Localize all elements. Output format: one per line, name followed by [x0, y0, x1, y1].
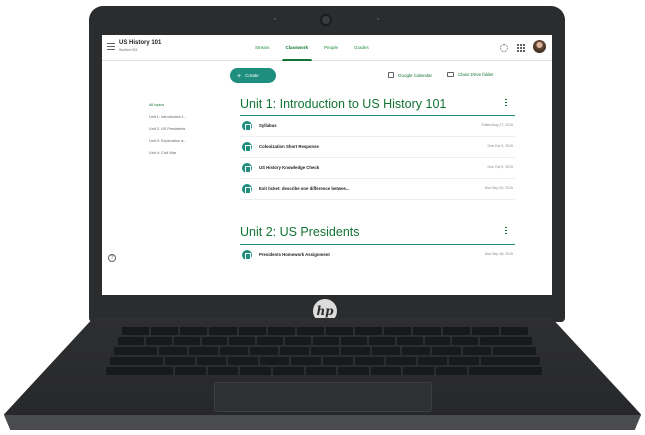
classroom-screen: US History 101 Section 001 Stream Classw…: [102, 35, 552, 295]
webcam-icon: [320, 14, 332, 26]
laptop-lid: US History 101 Section 001 Stream Classw…: [89, 6, 565, 323]
class-drive-folder-label: Class Drive folder: [458, 72, 494, 77]
plus-icon: +: [237, 73, 242, 80]
avatar[interactable]: [533, 40, 546, 53]
tab-people[interactable]: People: [316, 35, 346, 61]
keyboard-row: [114, 347, 536, 355]
topic-unit-4[interactable]: Unit 4: Civil War: [149, 147, 209, 159]
item-meta: Edited Aug 27, 2019: [481, 123, 513, 127]
calendar-icon: [388, 72, 394, 78]
item-title: Presidents Homework Assignment: [259, 252, 330, 257]
folder-icon: [447, 72, 454, 77]
laptop-base-edge: [4, 415, 641, 430]
list-item[interactable]: Syllabus Edited Aug 27, 2019: [240, 116, 515, 137]
more-vert-icon[interactable]: [505, 227, 507, 234]
sensor-dot: [377, 18, 379, 20]
google-calendar-label: Google Calendar: [398, 73, 433, 78]
unit-title-row: Unit 2: US Presidents: [240, 223, 515, 245]
tab-bar: Stream Classwork People Grades: [247, 35, 377, 61]
tab-classwork[interactable]: Classwork: [278, 35, 317, 61]
tab-stream[interactable]: Stream: [247, 35, 278, 61]
item-meta: Due Sep 18, 2019: [484, 252, 513, 256]
laptop-photo: US History 101 Section 001 Stream Classw…: [0, 0, 645, 435]
keyboard-row: [118, 337, 532, 345]
item-title: US History Knowledge Check: [259, 165, 320, 170]
google-calendar-link[interactable]: Google Calendar: [388, 72, 432, 78]
gear-icon[interactable]: [500, 44, 508, 52]
topic-all[interactable]: All topics: [149, 99, 209, 111]
keyboard-row: [122, 327, 528, 335]
question-icon: [242, 184, 252, 194]
unit-title-row: Unit 1: Introduction to US History 101: [240, 95, 515, 116]
unit-section: Unit 1: Introduction to US History 101 S…: [240, 95, 515, 200]
assignment-icon: [242, 250, 252, 260]
apps-grid-icon[interactable]: [517, 44, 525, 52]
create-button[interactable]: + Create: [230, 68, 276, 83]
item-title: Exit ticket: describe one difference bet…: [259, 186, 350, 191]
class-drive-folder-link[interactable]: Class Drive folder: [447, 72, 494, 77]
sensor-dot: [274, 18, 276, 20]
keyboard-row: [110, 357, 540, 365]
more-vert-icon[interactable]: [505, 99, 507, 106]
material-icon: [242, 121, 252, 131]
topic-unit-3[interactable]: Unit 3: Exploration a...: [149, 135, 209, 147]
list-item[interactable]: Exit ticket: describe one difference bet…: [240, 179, 515, 200]
unit-section: Unit 2: US Presidents Presidents Homewor…: [240, 223, 515, 266]
keyboard: [104, 327, 543, 379]
help-icon[interactable]: ?: [108, 254, 116, 262]
menu-icon[interactable]: [107, 43, 115, 50]
topic-unit-1[interactable]: Unit 1: Introduction t...: [149, 111, 209, 123]
keyboard-row: [105, 367, 543, 375]
list-item[interactable]: Colonization Short Response Due Oct 9, 2…: [240, 137, 515, 158]
class-title[interactable]: US History 101: [119, 40, 161, 46]
assignment-icon: [242, 163, 252, 173]
item-meta: Due Sep 20, 2019: [484, 186, 513, 190]
list-item[interactable]: Presidents Homework Assignment Due Sep 1…: [240, 245, 515, 266]
unit-title[interactable]: Unit 1: Introduction to US History 101: [240, 97, 446, 111]
tab-grades[interactable]: Grades: [346, 35, 377, 61]
unit-title[interactable]: Unit 2: US Presidents: [240, 225, 360, 239]
create-button-label: Create: [245, 73, 259, 78]
app-header: US History 101 Section 001 Stream Classw…: [102, 35, 552, 61]
item-meta: Due Oct 9, 2019: [487, 165, 514, 169]
item-meta: Due Oct 9, 2019: [487, 144, 514, 148]
topic-unit-2[interactable]: Unit 2: US Presidents: [149, 123, 209, 135]
item-title: Syllabus: [259, 123, 277, 128]
topic-list: All topics Unit 1: Introduction t... Uni…: [149, 99, 209, 159]
class-section: Section 001: [119, 48, 138, 52]
list-item[interactable]: US History Knowledge Check Due Oct 9, 20…: [240, 158, 515, 179]
touchpad: [214, 382, 432, 412]
item-title: Colonization Short Response: [259, 144, 319, 149]
assignment-icon: [242, 142, 252, 152]
